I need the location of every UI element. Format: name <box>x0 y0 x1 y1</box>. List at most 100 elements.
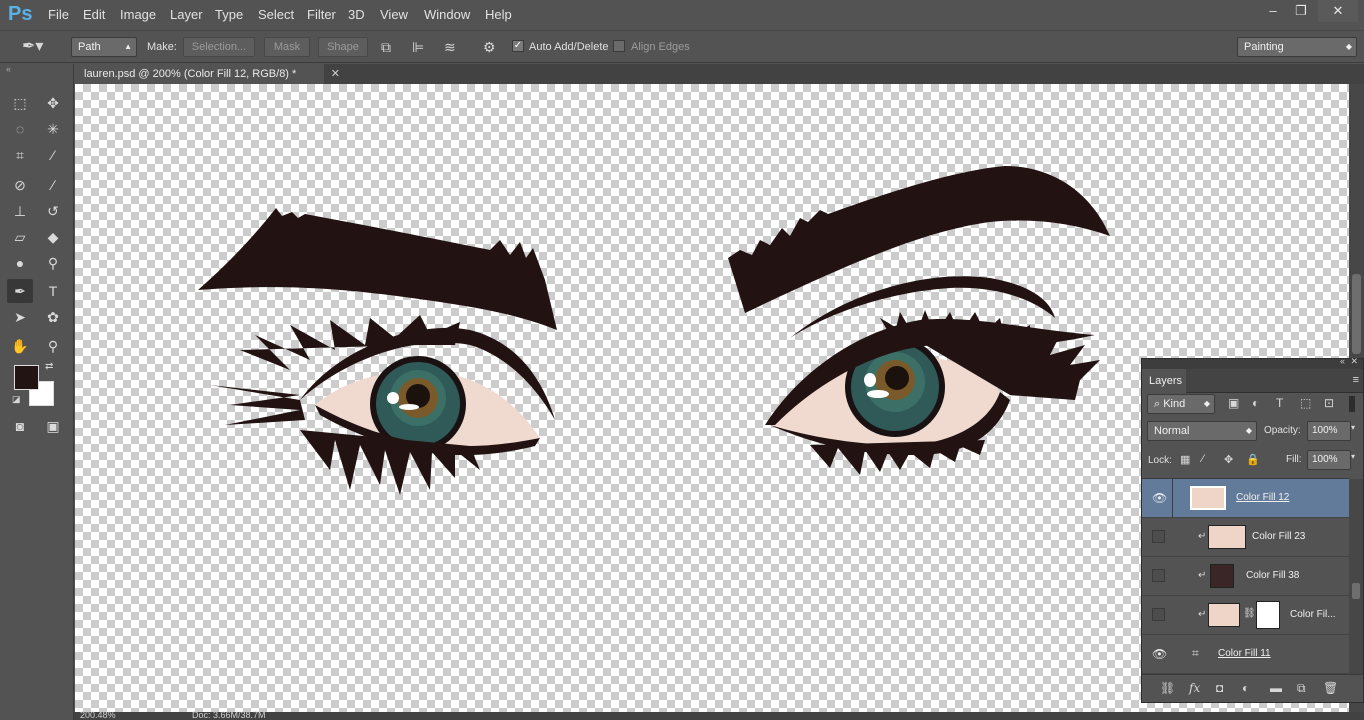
minimize-button[interactable]: – <box>1258 0 1288 22</box>
layer-filter-dropdown[interactable]: ⌕ Kind ◆ <box>1147 394 1215 414</box>
filter-pixel-icon[interactable]: ▣ <box>1228 396 1239 410</box>
link-icon[interactable]: ⛓ <box>1243 608 1256 619</box>
quick-mask-icon[interactable]: ◙ <box>7 414 33 438</box>
menu-help[interactable]: Help <box>485 7 512 22</box>
swap-colors-icon[interactable]: ⇄ <box>45 361 53 372</box>
layer-name[interactable]: Color Fil... <box>1290 609 1336 620</box>
brush-tool-icon[interactable]: ∕ <box>40 173 66 197</box>
layer-row[interactable]: ↵ Color Fill 38 <box>1142 557 1349 596</box>
magic-wand-tool-icon[interactable]: ✳ <box>40 117 66 141</box>
lock-all-icon[interactable]: 🔒 <box>1246 453 1260 466</box>
menu-layer[interactable]: Layer <box>170 7 203 22</box>
lock-image-pixels-icon[interactable]: ∕ <box>1202 453 1204 465</box>
menu-file[interactable]: File <box>48 7 69 22</box>
link-layers-icon[interactable]: ⛓ <box>1160 681 1175 695</box>
filter-toggle[interactable] <box>1349 396 1355 412</box>
path-operations-icon[interactable]: ⧉ <box>381 39 391 56</box>
menu-image[interactable]: Image <box>120 7 156 22</box>
canvas-scroll-thumb[interactable] <box>1352 274 1361 354</box>
path-alignment-icon[interactable]: ⊫ <box>412 39 424 56</box>
make-mask-button[interactable]: Mask <box>264 37 310 57</box>
tool-mode-dropdown[interactable]: Path ▲ <box>71 37 137 57</box>
eyedropper-tool-icon[interactable]: ⁄ <box>40 143 66 167</box>
blur-tool-icon[interactable]: ● <box>7 251 33 275</box>
default-colors-icon[interactable]: ◪ <box>12 394 21 405</box>
close-panel-icon[interactable]: ✕ <box>1350 356 1358 367</box>
menu-window[interactable]: Window <box>424 7 470 22</box>
lock-position-icon[interactable]: ✥ <box>1224 453 1233 466</box>
layer-mask-thumbnail[interactable] <box>1256 601 1280 629</box>
path-selection-tool-icon[interactable]: ➤ <box>7 305 33 329</box>
paint-bucket-tool-icon[interactable]: ◆ <box>40 225 66 249</box>
menu-edit[interactable]: Edit <box>83 7 105 22</box>
layer-row[interactable]: 👁 ⌗ Color Fill 11 <box>1142 635 1349 674</box>
collapse-panel-icon[interactable]: « <box>1340 356 1345 366</box>
fill-dropdown-icon[interactable]: ▾ <box>1351 452 1355 461</box>
hand-tool-icon[interactable]: ✋ <box>7 334 33 358</box>
layer-style-icon[interactable]: fx <box>1189 681 1200 695</box>
new-adjustment-layer-icon[interactable]: ◐ <box>1242 681 1249 695</box>
layer-name[interactable]: Color Fill 38 <box>1246 570 1299 581</box>
opacity-dropdown-icon[interactable]: ▾ <box>1351 423 1355 432</box>
blend-mode-dropdown[interactable]: Normal ◆ <box>1147 421 1257 441</box>
new-layer-icon[interactable]: ⧉ <box>1297 681 1306 696</box>
layer-row[interactable]: ↵ ⛓ Color Fil... <box>1142 596 1349 635</box>
visibility-toggle-off[interactable] <box>1152 569 1165 582</box>
close-button[interactable]: ✕ <box>1318 0 1358 22</box>
layer-name[interactable]: Color Fill 23 <box>1252 531 1305 542</box>
gear-icon[interactable]: ⚙ <box>483 39 496 56</box>
panel-menu-icon[interactable]: ≡ <box>1353 374 1359 386</box>
path-arrangement-icon[interactable]: ≋ <box>444 39 456 56</box>
document-tab[interactable]: lauren.psd @ 200% (Color Fill 12, RGB/8)… <box>74 64 340 84</box>
opacity-input[interactable]: 100% <box>1307 421 1351 441</box>
layer-row[interactable]: ↵ Color Fill 23 <box>1142 518 1349 557</box>
history-brush-tool-icon[interactable]: ↺ <box>40 199 66 223</box>
foreground-color-swatch[interactable] <box>14 365 39 390</box>
zoom-level[interactable]: 200.48% <box>80 710 116 720</box>
filter-type-icon[interactable]: T <box>1276 396 1283 410</box>
restore-button[interactable]: ❐ <box>1286 0 1316 22</box>
filter-shape-icon[interactable]: ⬚ <box>1300 396 1311 410</box>
menu-view[interactable]: View <box>380 7 408 22</box>
menu-3d[interactable]: 3D <box>348 7 365 22</box>
dodge-tool-icon[interactable]: ⚲ <box>40 251 66 275</box>
clone-stamp-tool-icon[interactable]: ⊥ <box>7 199 33 223</box>
layers-scroll-thumb[interactable] <box>1352 583 1360 599</box>
filter-smart-object-icon[interactable]: ⊡ <box>1324 396 1334 410</box>
type-tool-icon[interactable]: T <box>40 279 66 303</box>
add-mask-icon[interactable]: ◘ <box>1216 681 1223 695</box>
pen-tool-icon[interactable]: ✒ <box>7 279 33 303</box>
layer-name[interactable]: Color Fill 12 <box>1236 492 1289 503</box>
make-selection-button[interactable]: Selection... <box>183 37 255 57</box>
menu-filter[interactable]: Filter <box>307 7 336 22</box>
menu-type[interactable]: Type <box>215 7 243 22</box>
lock-transparent-pixels-icon[interactable]: ▦ <box>1180 453 1190 466</box>
eraser-tool-icon[interactable]: ▱ <box>7 225 33 249</box>
crop-tool-icon[interactable]: ⌗ <box>7 143 33 167</box>
move-tool-icon[interactable]: ✥ <box>40 91 66 115</box>
delete-layer-icon[interactable]: 🗑 <box>1323 681 1338 695</box>
menu-select[interactable]: Select <box>258 7 294 22</box>
lasso-tool-icon[interactable]: ◌ <box>7 117 33 141</box>
eye-icon[interactable]: 👁 <box>1152 491 1167 505</box>
auto-add-delete-checkbox[interactable]: ✓ <box>512 40 524 52</box>
workspace-dropdown[interactable]: Painting ◆ <box>1237 37 1357 57</box>
pen-tool-preset-icon[interactable]: ✒▾ <box>22 36 43 56</box>
screen-mode-icon[interactable]: ▣ <box>40 414 66 438</box>
custom-shape-tool-icon[interactable]: ✿ <box>40 305 66 329</box>
filter-adjustment-icon[interactable]: ◐ <box>1252 396 1259 410</box>
collapse-panel-icon[interactable]: « <box>6 64 11 74</box>
zoom-tool-icon[interactable]: ⚲ <box>40 334 66 358</box>
visibility-toggle-off[interactable] <box>1152 530 1165 543</box>
close-document-icon[interactable]: ✕ <box>331 64 340 84</box>
new-group-icon[interactable]: ▬ <box>1270 681 1282 695</box>
layer-name[interactable]: Color Fill 11 <box>1218 648 1271 659</box>
fill-input[interactable]: 100% <box>1307 450 1351 470</box>
make-shape-button[interactable]: Shape <box>318 37 368 57</box>
layer-row[interactable]: 👁 Color Fill 12 <box>1142 479 1349 518</box>
tab-layers[interactable]: Layers <box>1142 369 1186 393</box>
visibility-toggle-off[interactable] <box>1152 608 1165 621</box>
align-edges-checkbox[interactable] <box>613 40 625 52</box>
eye-icon[interactable]: 👁 <box>1152 647 1167 661</box>
layers-scrollbar[interactable] <box>1349 479 1363 674</box>
